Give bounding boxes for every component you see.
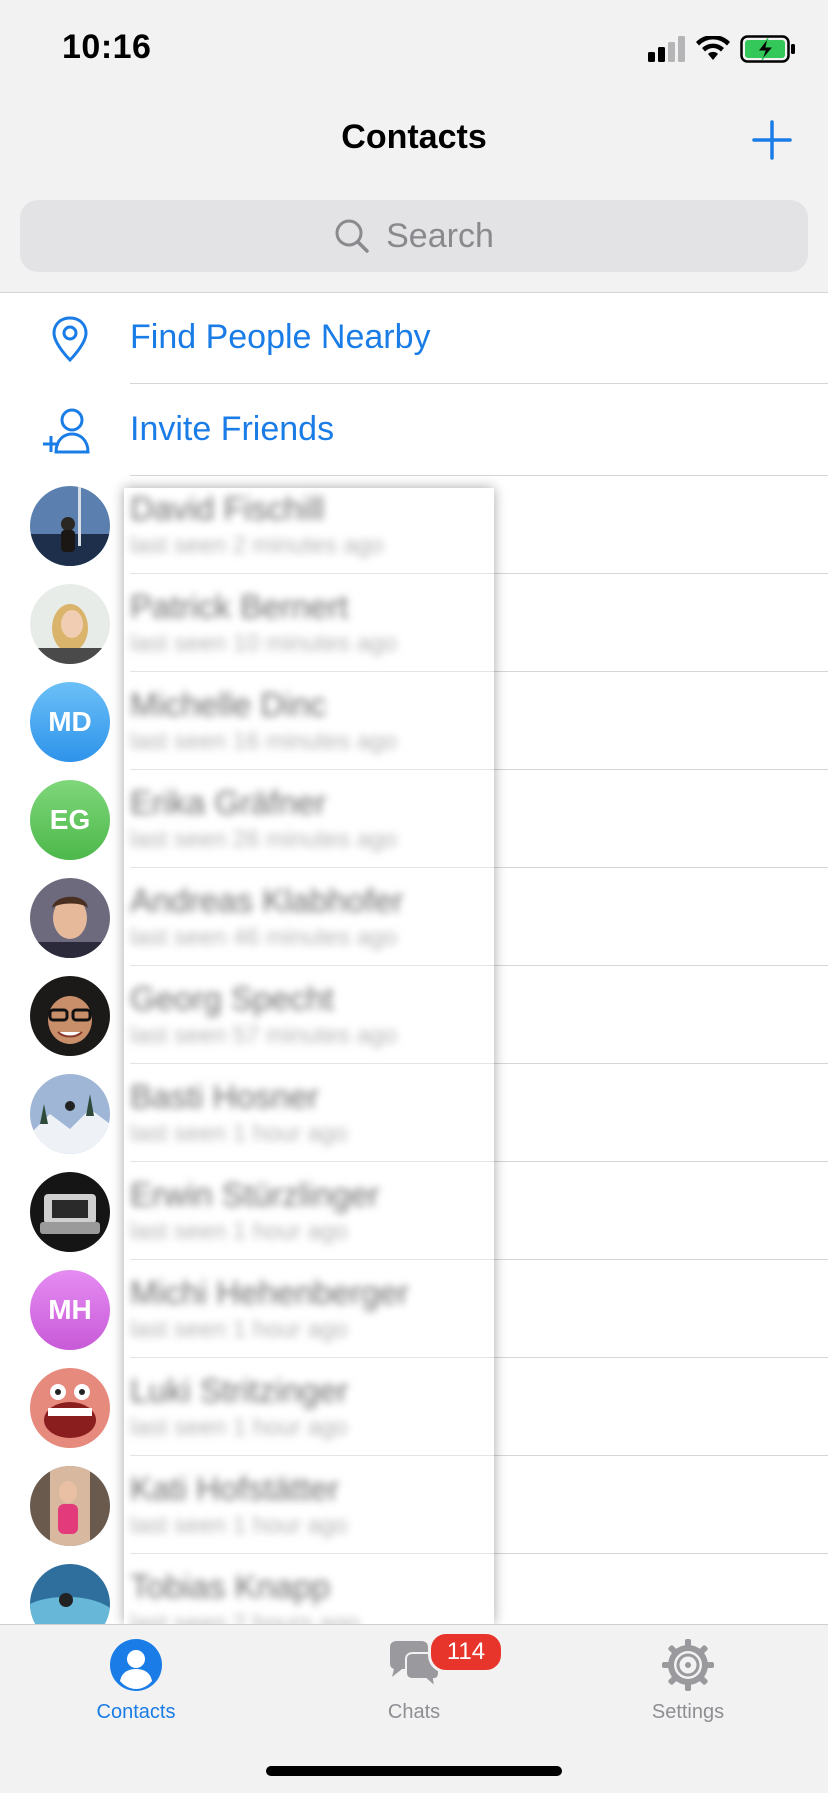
contact-row[interactable]: Erwin Stürzlinger last seen 1 hour ago xyxy=(0,1162,828,1260)
avatar xyxy=(30,1466,110,1546)
contact-status: last seen 16 minutes ago xyxy=(130,728,397,755)
avatar xyxy=(30,1074,110,1154)
add-person-icon xyxy=(43,408,90,454)
contact-name: Tobias Knapp xyxy=(130,1568,330,1605)
contact-status: last seen 46 minutes ago xyxy=(130,924,397,951)
contact-status: last seen 26 minutes ago xyxy=(130,826,397,853)
add-contact-button[interactable] xyxy=(750,118,794,162)
gear-icon xyxy=(662,1639,714,1691)
contact-name: Erwin Stürzlinger xyxy=(130,1176,380,1213)
avatar xyxy=(30,1368,110,1448)
contact-status: last seen 2 minutes ago xyxy=(130,532,384,559)
contact-status: last seen 2 hours ago xyxy=(130,1610,360,1624)
search-placeholder: Search xyxy=(386,216,494,255)
invite-friends-label: Invite Friends xyxy=(130,410,335,448)
contact-name: Georg Specht xyxy=(130,980,334,1017)
tab-chats-label: Chats xyxy=(387,1701,441,1723)
contact-name: Patrick Bernert xyxy=(130,588,349,625)
wifi-icon xyxy=(696,36,730,60)
tab-contacts-label: Contacts xyxy=(96,1701,176,1723)
contact-status: last seen 57 minutes ago xyxy=(130,1022,397,1049)
location-pin-icon xyxy=(52,316,88,363)
status-icons xyxy=(648,34,796,64)
contact-name: Michi Hehenberger xyxy=(130,1274,409,1311)
home-indicator xyxy=(266,1766,562,1776)
find-people-nearby-button[interactable]: Find People Nearby xyxy=(0,292,828,384)
avatar xyxy=(30,486,110,566)
contact-row[interactable]: Luki Stritzinger last seen 1 hour ago xyxy=(0,1358,828,1456)
contact-name: Erika Gräfner xyxy=(130,784,327,821)
avatar xyxy=(30,976,110,1056)
contact-row[interactable]: MD Michelle Dinc last seen 16 minutes ag… xyxy=(0,672,828,770)
avatar xyxy=(30,584,110,664)
contact-status: last seen 1 hour ago xyxy=(130,1218,348,1245)
contact-status: last seen 1 hour ago xyxy=(130,1512,348,1539)
avatar-initials: MD xyxy=(30,682,110,762)
contact-status: last seen 1 hour ago xyxy=(130,1316,348,1343)
contact-name: Michelle Dinc xyxy=(130,686,327,723)
tab-chats[interactable]: 114 Chats xyxy=(314,1631,514,1747)
search-icon xyxy=(335,219,369,253)
avatar-initials: EG xyxy=(30,780,110,860)
contact-row[interactable]: Andreas Klabhofer last seen 46 minutes a… xyxy=(0,868,828,966)
contact-list: David Fischill last seen 2 minutes ago P… xyxy=(0,476,828,1624)
contact-row[interactable]: Basti Hosner last seen 1 hour ago xyxy=(0,1064,828,1162)
search-input[interactable]: Search xyxy=(20,200,808,272)
contact-status: last seen 1 hour ago xyxy=(130,1120,348,1147)
contact-row[interactable]: MH Michi Hehenberger last seen 1 hour ag… xyxy=(0,1260,828,1358)
contact-name: David Fischill xyxy=(130,490,325,527)
status-time: 10:16 xyxy=(62,28,152,66)
tab-settings-label: Settings xyxy=(651,1701,725,1723)
chats-unread-badge: 114 xyxy=(428,1631,504,1673)
invite-friends-button[interactable]: Invite Friends xyxy=(0,384,828,476)
contact-row[interactable]: Kati Hofstätter last seen 1 hour ago xyxy=(0,1456,828,1554)
avatar xyxy=(30,878,110,958)
contact-status: last seen 1 hour ago xyxy=(130,1414,348,1441)
avatar-initials: MH xyxy=(30,1270,110,1350)
signal-icon xyxy=(648,36,685,62)
page-title: Contacts xyxy=(341,118,487,156)
contact-name: Basti Hosner xyxy=(130,1078,319,1115)
avatar xyxy=(30,1564,110,1624)
contact-name: Luki Stritzinger xyxy=(130,1372,349,1409)
tab-settings[interactable]: Settings xyxy=(588,1637,788,1747)
tab-contacts[interactable]: Contacts xyxy=(36,1637,236,1747)
contact-row[interactable]: Georg Specht last seen 57 minutes ago xyxy=(0,966,828,1064)
contact-name: Kati Hofstätter xyxy=(130,1470,340,1507)
battery-charging-icon xyxy=(740,35,795,63)
person-circle-icon xyxy=(110,1639,162,1691)
contact-row[interactable]: EG Erika Gräfner last seen 26 minutes ag… xyxy=(0,770,828,868)
header-area: 10:16 Contacts Search xyxy=(0,0,828,293)
contact-row[interactable]: David Fischill last seen 2 minutes ago xyxy=(0,476,828,574)
avatar xyxy=(30,1172,110,1252)
contact-row[interactable]: Tobias Knapp last seen 2 hours ago xyxy=(0,1554,828,1624)
contact-name: Andreas Klabhofer xyxy=(130,882,404,919)
find-people-nearby-label: Find People Nearby xyxy=(130,318,431,356)
contact-status: last seen 10 minutes ago xyxy=(130,630,397,657)
contact-row[interactable]: Patrick Bernert last seen 10 minutes ago xyxy=(0,574,828,672)
